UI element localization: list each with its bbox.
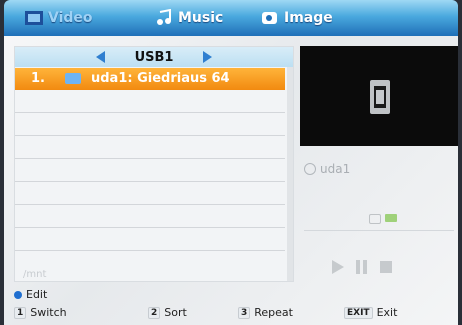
empty-row (15, 90, 285, 113)
empty-row (15, 159, 285, 182)
help-sort: 2 Sort (148, 306, 187, 319)
divider (304, 230, 454, 231)
next-source-arrow-icon[interactable] (203, 51, 213, 63)
empty-row (15, 136, 285, 159)
help-edit: Edit (14, 288, 47, 301)
empty-row (15, 228, 285, 251)
empty-row (15, 182, 285, 205)
tab-image-label: Image (284, 10, 333, 26)
list-scrollbar[interactable] (287, 67, 293, 281)
media-player-screen: Video Music Image USB1 1. uda1: Giedriau… (0, 0, 462, 325)
help-edit-label: Edit (26, 288, 48, 301)
help-exit: EXIT Exit (344, 306, 397, 319)
preview-window (300, 46, 458, 146)
play-icon[interactable] (332, 260, 344, 274)
tab-bar: Video Music Image (4, 0, 458, 36)
help-switch-label: Switch (30, 306, 67, 319)
help-sort-label: Sort (164, 306, 187, 319)
usb-drive-icon (65, 73, 81, 84)
help-repeat: 3 Repeat (238, 306, 293, 319)
item-name: uda1: Giedriaus 64 (91, 71, 230, 86)
item-number: 1. (31, 71, 45, 86)
status-icons (369, 214, 397, 224)
tab-video-label: Video (48, 10, 93, 26)
image-icon (260, 9, 280, 27)
previous-source-arrow-icon[interactable] (95, 51, 105, 63)
folder-icon (385, 214, 397, 222)
help-exit-label: Exit (376, 306, 398, 319)
list-item[interactable]: 1. uda1: Giedriaus 64 (15, 68, 285, 90)
tab-music[interactable]: Music (154, 6, 223, 30)
key-3: 3 (238, 306, 251, 319)
help-repeat-label: Repeat (254, 306, 293, 319)
playback-controls (332, 260, 392, 274)
exit-key: EXIT (344, 306, 373, 319)
empty-row (15, 205, 285, 228)
empty-row (15, 113, 285, 136)
music-note-icon (154, 8, 174, 27)
source-label: USB1 (134, 49, 174, 65)
preview-name: uda1 (320, 162, 351, 176)
video-folder-icon (24, 9, 44, 27)
pause-icon[interactable] (356, 260, 368, 274)
film-icon (370, 80, 390, 114)
key-1: 1 (14, 306, 27, 319)
file-list: USB1 1. uda1: Giedriaus 64 /mnt (14, 46, 294, 282)
key-2: 2 (148, 306, 161, 319)
tab-music-label: Music (178, 10, 224, 26)
current-path: /mnt (23, 269, 47, 280)
main-panel: USB1 1. uda1: Giedriaus 64 /mnt uda1 Edi… (4, 36, 458, 325)
device-icon (369, 214, 381, 224)
source-selector: USB1 (15, 47, 293, 67)
help-switch: 1 Switch (14, 306, 67, 319)
help-bar: Edit 1 Switch 2 Sort 3 Repeat EXIT Exit (14, 288, 460, 322)
preview-info: uda1 (304, 162, 350, 176)
radio-circle-icon (304, 163, 316, 175)
blue-key-icon (14, 290, 22, 299)
tab-image[interactable]: Image (260, 6, 333, 30)
stop-icon[interactable] (380, 261, 392, 273)
tab-video[interactable]: Video (24, 6, 93, 30)
